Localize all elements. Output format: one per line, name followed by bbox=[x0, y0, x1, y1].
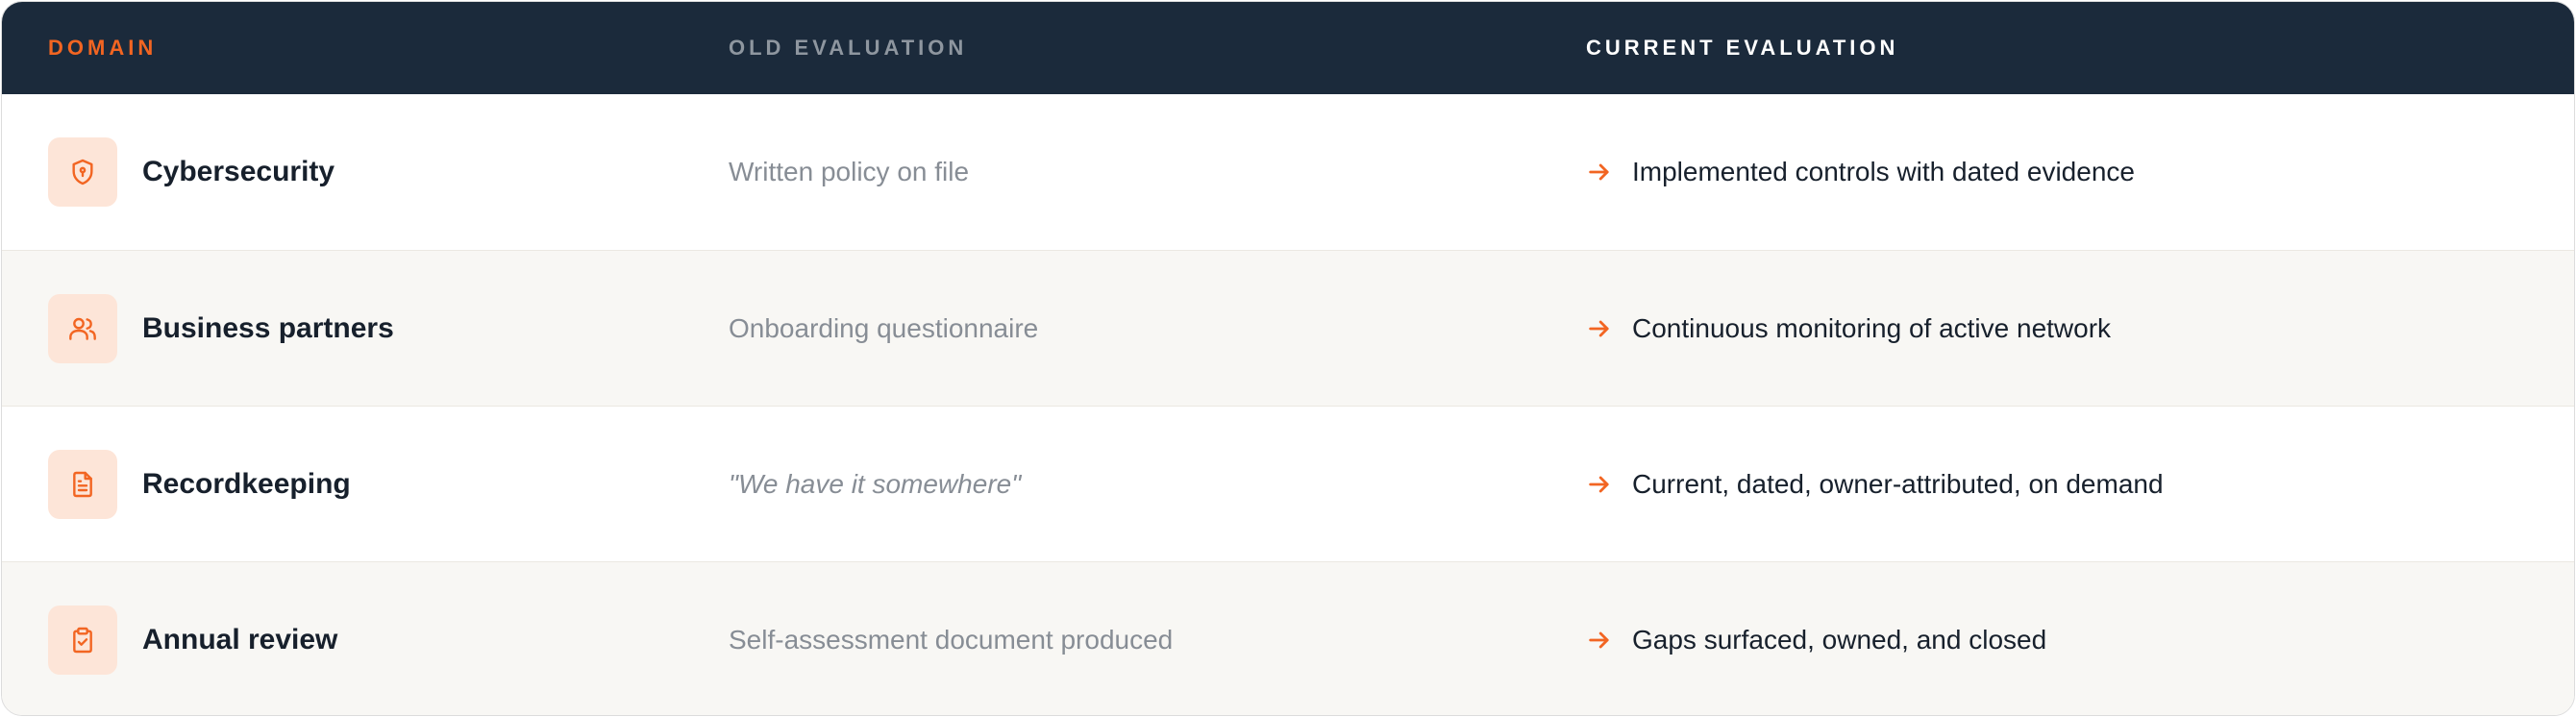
document-icon bbox=[73, 471, 92, 498]
table-row: Cybersecurity Written policy on file Imp… bbox=[2, 94, 2574, 250]
current-evaluation-text: Current, dated, owner-attributed, on dem… bbox=[1632, 469, 2164, 499]
table-row: Business partners Onboarding questionnai… bbox=[2, 250, 2574, 406]
icon-tile bbox=[48, 606, 117, 675]
arrow-right-icon bbox=[1589, 631, 1609, 649]
arrow-right-icon bbox=[1589, 163, 1609, 181]
old-evaluation-text: Self-assessment document produced bbox=[729, 625, 1174, 655]
domain-label: Annual review bbox=[142, 624, 338, 655]
current-evaluation-text: Continuous monitoring of active network bbox=[1632, 313, 2112, 343]
icon-tile bbox=[48, 294, 117, 363]
arrow-right-icon bbox=[1589, 476, 1609, 493]
old-evaluation-text: Onboarding questionnaire bbox=[729, 313, 1039, 343]
table-row: Annual review Self-assessment document p… bbox=[2, 561, 2574, 715]
old-evaluation-text: "We have it somewhere" bbox=[729, 469, 1022, 499]
header-old-evaluation: OLD EVALUATION bbox=[729, 36, 968, 60]
domain-label: Recordkeeping bbox=[142, 468, 351, 500]
header-current-evaluation: CURRENT EVALUATION bbox=[1586, 36, 1899, 60]
icon-tile bbox=[48, 450, 117, 519]
domain-label: Cybersecurity bbox=[142, 156, 335, 187]
icon-tile bbox=[48, 137, 117, 207]
domain-label: Business partners bbox=[142, 312, 394, 344]
table-header: DOMAIN OLD EVALUATION CURRENT EVALUATION bbox=[2, 2, 2574, 94]
old-evaluation-text: Written policy on file bbox=[729, 157, 970, 186]
arrow-right-icon bbox=[1589, 320, 1609, 337]
table-row: Recordkeeping "We have it somewhere" Cur… bbox=[2, 406, 2574, 561]
users-icon bbox=[69, 317, 96, 340]
comparison-table: DOMAIN OLD EVALUATION CURRENT EVALUATION… bbox=[1, 1, 2575, 716]
current-evaluation-text: Gaps surfaced, owned, and closed bbox=[1632, 625, 2047, 655]
current-evaluation-text: Implemented controls with dated evidence bbox=[1632, 157, 2135, 186]
header-domain: DOMAIN bbox=[48, 36, 158, 60]
clipboard-check-icon bbox=[73, 627, 92, 654]
shield-icon bbox=[72, 159, 93, 185]
